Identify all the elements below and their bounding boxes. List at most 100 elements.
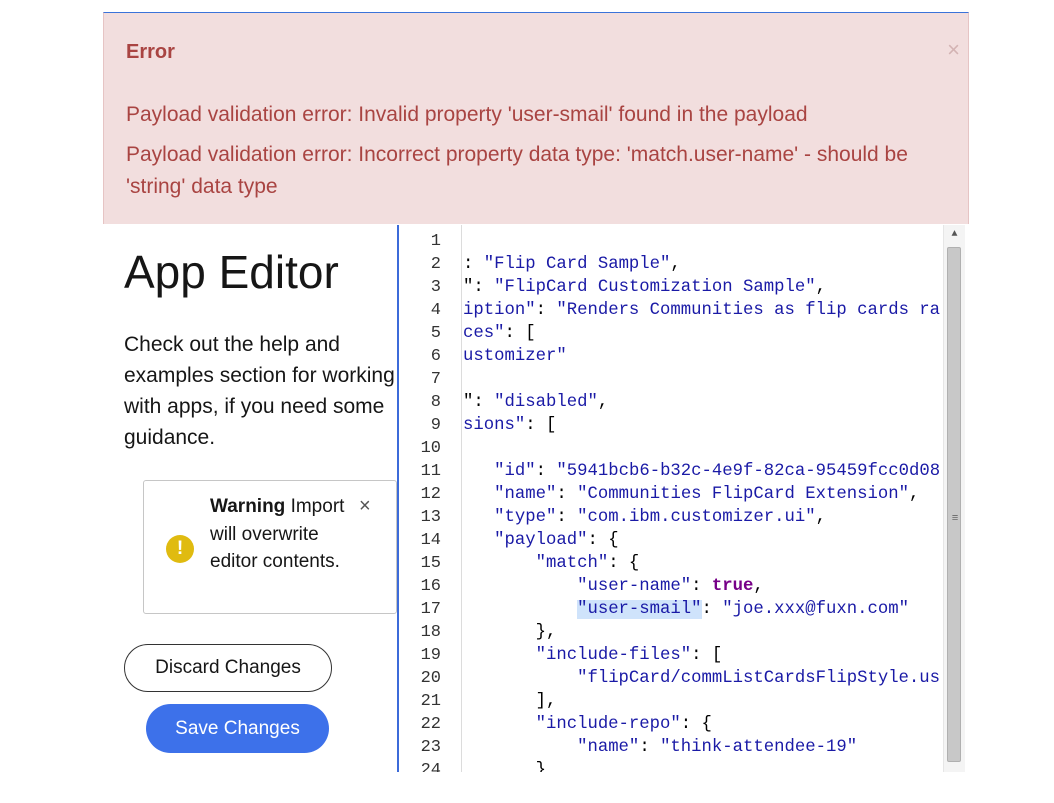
code-token: "Communities FlipCard Extension" (577, 485, 909, 504)
code-token: : (556, 485, 578, 504)
code-token: : { (608, 554, 640, 573)
grip-icon: ≡ (951, 513, 959, 525)
code-line[interactable]: "user-smail": "joe.xxx@fuxn.com" (463, 598, 909, 621)
line-number: 11 (420, 462, 441, 481)
code-token: : (639, 738, 661, 757)
code-token: "match" (535, 554, 609, 573)
code-line[interactable]: ], (463, 690, 557, 713)
code-token: "5941bcb6-b32c-4e9f-82ca-95459fcc0d08" (556, 462, 941, 481)
code-line[interactable]: "id": "5941bcb6-b32c-4e9f-82ca-95459fcc0… (463, 460, 941, 483)
code-line[interactable]: }, (463, 621, 557, 644)
code-token: "include-files" (535, 646, 692, 665)
code-line[interactable]: "flipCard/commListCardsFlipStyle.use (463, 667, 941, 690)
line-number: 18 (420, 623, 441, 642)
code-area[interactable]: : "Flip Card Sample", ": "FlipCard Custom… (463, 225, 941, 772)
error-title: Error (126, 41, 175, 63)
save-changes-button[interactable]: Save Changes (146, 704, 329, 753)
code-line[interactable]: "payload": { (463, 529, 618, 552)
code-token: , (908, 485, 920, 504)
code-token: "disabled" (494, 393, 598, 412)
code-line[interactable]: "match": { (463, 552, 640, 575)
code-line[interactable]: ustomizer" (463, 345, 567, 368)
code-token: ces" (463, 324, 505, 343)
line-number: 20 (420, 669, 441, 688)
code-token: "joe.xxx@fuxn.com" (722, 600, 909, 619)
scroll-up-icon[interactable]: ▲ (944, 225, 965, 245)
code-line[interactable]: "name": "think-attendee-19" (463, 736, 857, 759)
code-token: ustomizer" (463, 347, 567, 366)
code-line[interactable]: ": "FlipCard Customization Sample", (463, 276, 826, 299)
help-text: Check out the help and examples section … (124, 333, 395, 449)
code-token: } (535, 761, 546, 772)
code-token: iption" (463, 301, 536, 320)
code-token: , (597, 393, 609, 412)
code-token: : (535, 301, 557, 320)
line-number: 23 (420, 738, 441, 757)
code-token: : [ (504, 324, 536, 343)
code-line[interactable]: "name": "Communities FlipCard Extension"… (463, 483, 919, 506)
line-number: 13 (420, 508, 441, 527)
code-token: "think-attendee-19" (660, 738, 858, 757)
close-icon[interactable]: × (359, 495, 371, 518)
code-token: , (753, 577, 764, 596)
error-message: Payload validation error: Incorrect prop… (126, 143, 908, 198)
code-line[interactable]: "include-files": [ (463, 644, 723, 667)
code-line[interactable]: } (463, 759, 546, 772)
code-line[interactable]: sions": [ (463, 414, 556, 437)
line-number: 14 (420, 531, 441, 550)
warning-text: Warning Import will overwrite editor con… (210, 493, 360, 576)
code-token: ": (463, 393, 495, 412)
code-token: "Flip Card Sample" (483, 255, 671, 274)
code-token: "FlipCard Customization Sample" (494, 278, 816, 297)
code-token: : (556, 508, 578, 527)
code-line[interactable]: ces": [ (463, 322, 536, 345)
code-token: "include-repo" (535, 715, 681, 734)
line-number: 21 (420, 692, 441, 711)
code-token: : [ (691, 646, 723, 665)
line-number: 16 (420, 577, 441, 596)
line-number: 9 (430, 416, 441, 435)
code-token: "user-name" (577, 577, 692, 596)
code-line[interactable]: ": "disabled", (463, 391, 608, 414)
code-token: , (815, 508, 827, 527)
code-line[interactable]: : "Flip Card Sample", (463, 253, 681, 276)
code-line[interactable]: "type": "com.ibm.customizer.ui", (463, 506, 826, 529)
highlighted-token: "user-smail" (577, 600, 702, 619)
code-token: : [ (525, 416, 557, 435)
code-line[interactable]: "include-repo": { (463, 713, 712, 736)
line-number: 7 (430, 370, 441, 389)
close-icon[interactable]: × (947, 37, 960, 63)
scroll-thumb[interactable]: ≡ (947, 247, 961, 762)
page-title: App Editor (124, 246, 339, 298)
discard-changes-button[interactable]: Discard Changes (124, 644, 332, 692)
code-token: , (670, 255, 681, 274)
code-token: "name" (494, 485, 557, 504)
line-number: 22 (420, 715, 441, 734)
code-token: , (815, 278, 826, 297)
warning-notification: ! Warning Import will overwrite editor c… (143, 480, 397, 614)
code-token: : (701, 600, 723, 619)
code-token: ": (463, 278, 495, 297)
error-banner: Error × Payload validation error: Invali… (103, 12, 969, 224)
code-editor[interactable]: 1 2 3 4 5 6 7 8 9 10 11 12 13 14 15 16 17 18 19 20 21 22 23 24 … (397, 225, 965, 772)
line-number: 2 (430, 255, 441, 274)
code-token: "Renders Communities as flip cards ra (556, 301, 941, 320)
line-number: 10 (420, 439, 441, 458)
code-token: true (711, 577, 754, 596)
left-panel: App Editor Check out the help and exampl… (108, 225, 398, 773)
code-line[interactable]: "user-name": true, (463, 575, 764, 598)
line-number: 6 (430, 347, 441, 366)
code-line[interactable]: iption": "Renders Communities as flip ca… (463, 299, 940, 322)
vertical-scrollbar[interactable]: ▲ ≡ (943, 225, 965, 772)
